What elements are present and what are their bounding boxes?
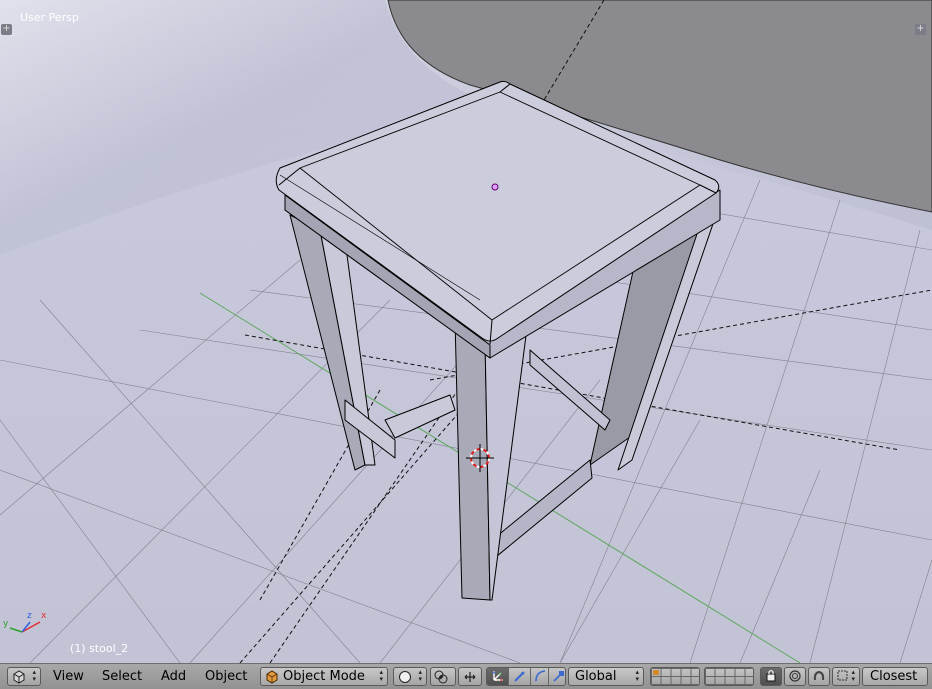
menu-view[interactable]: View	[53, 669, 84, 684]
toolshelf-toggle-plus-icon[interactable]: +	[1, 24, 12, 35]
translate-arrow-icon	[492, 671, 503, 682]
shading-arrows: ▴ ▾	[418, 668, 422, 683]
properties-toggle-plus-icon[interactable]: +	[915, 24, 926, 35]
render-circle-icon	[789, 670, 801, 682]
viewport-scene[interactable]: x z y	[0, 0, 932, 663]
transform-orientation-select[interactable]: Global ▴ ▾	[568, 667, 644, 686]
transform-orientation-value: Global	[575, 669, 617, 684]
snap-element-arrows: ▴ ▾	[851, 668, 855, 683]
mode-select-arrows: ▴ ▾	[379, 668, 383, 683]
layers-group-2	[704, 667, 754, 686]
orientation-arrows: ▴ ▾	[635, 668, 639, 683]
axis-z-label: z	[27, 611, 32, 621]
axis-x-label: x	[41, 611, 47, 621]
3d-view-header: ▴ ▾ View Select Add Object Object Mode ▴ ▾…	[0, 663, 932, 689]
3d-view-cube-icon	[13, 670, 25, 684]
lock-camera-button[interactable]	[760, 667, 782, 686]
3d-viewport[interactable]: x z y User Persp (1) stool_2 + +	[0, 0, 932, 663]
object-origin	[491, 183, 499, 191]
layers-grid-icon	[651, 668, 699, 685]
menu-select[interactable]: Select	[102, 669, 142, 684]
snap-target-select[interactable]: Closest	[862, 667, 928, 686]
editor-type-button[interactable]: ▴ ▾	[7, 667, 41, 686]
layers-group-1	[650, 667, 700, 686]
manipulator-hand-icon	[464, 672, 476, 682]
snap-target-value: Closest	[870, 669, 918, 684]
object-mode-icon	[266, 670, 278, 684]
layers-grid-icon-2	[705, 668, 753, 685]
mode-select-value: Object Mode	[283, 669, 365, 684]
rotate-arc-icon	[535, 670, 546, 682]
snap-toggle-button[interactable]	[808, 667, 830, 686]
active-object-label: (1) stool_2	[70, 642, 129, 655]
snap-element-select[interactable]: ▴ ▾	[832, 667, 860, 686]
view-perspective-label: User Persp	[20, 11, 79, 24]
scale-icon	[553, 671, 564, 682]
rotate-arc-button[interactable]	[531, 668, 549, 685]
manipulator-group	[486, 667, 566, 686]
pivot-point-select[interactable]	[430, 667, 456, 686]
mode-select[interactable]: Object Mode ▴ ▾	[260, 667, 388, 686]
translate-manipulator-button[interactable]	[487, 668, 509, 685]
lock-icon	[766, 669, 776, 682]
rotate-icon	[514, 671, 525, 682]
viewport-shading-select[interactable]: ▴ ▾	[393, 667, 427, 686]
menu-add[interactable]: Add	[161, 669, 186, 684]
render-preview-button[interactable]	[784, 667, 806, 686]
manipulator-toggle-button[interactable]	[458, 667, 482, 686]
pivot-point-icon	[434, 670, 448, 684]
scale-manipulator-button[interactable]	[549, 668, 565, 685]
snap-magnet-icon	[813, 670, 825, 681]
axis-y-label: y	[3, 619, 9, 629]
snap-increment-icon	[837, 670, 848, 681]
editor-type-arrows: ▴ ▾	[32, 668, 36, 683]
rotate-manipulator-button[interactable]	[509, 668, 531, 685]
menu-object[interactable]: Object	[205, 669, 247, 684]
sphere-shading-icon	[399, 671, 411, 683]
